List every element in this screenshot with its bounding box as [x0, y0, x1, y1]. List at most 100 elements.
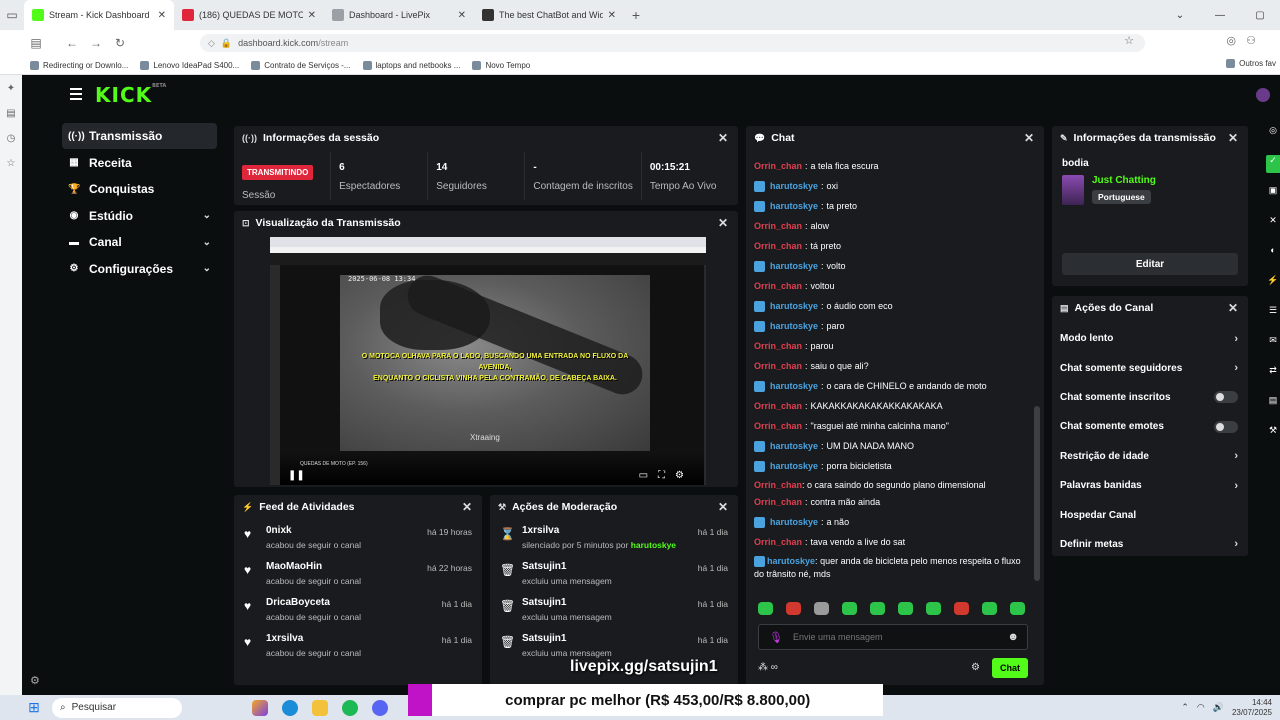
chat-input-box[interactable]: 🎙 ☻ — [758, 624, 1028, 650]
nav-item-canal[interactable]: ▬ Canal ⌄ — [62, 229, 217, 255]
maximize-button[interactable]: ▢ — [1240, 10, 1280, 21]
new-tab-button[interactable]: + — [624, 7, 648, 23]
chat-username[interactable]: harutoskye — [770, 196, 818, 216]
moderation-username[interactable]: 1xrsilva — [522, 525, 676, 536]
tab-close-icon[interactable]: ✕ — [458, 10, 466, 21]
chat-username[interactable]: harutoskye — [770, 512, 818, 532]
bookmark-item[interactable]: Redirecting or Downlo... — [30, 60, 128, 70]
avatar[interactable] — [1256, 88, 1270, 102]
account-icon[interactable]: ◎ — [1226, 34, 1236, 47]
send-chat-button[interactable]: Chat — [992, 658, 1028, 678]
channel-action-item[interactable]: Chat somente inscritos — [1052, 383, 1248, 412]
windows-start-icon[interactable]: ⊞ — [22, 699, 46, 716]
close-icon[interactable]: ✕ — [1024, 131, 1034, 145]
channel-action-item[interactable]: Chat somente seguidores › — [1052, 353, 1248, 382]
emote-icon[interactable] — [898, 602, 913, 615]
chat-username[interactable]: Orrin_chan — [754, 532, 802, 552]
emote-icon[interactable] — [814, 602, 829, 615]
emote-icon[interactable] — [1010, 602, 1025, 615]
wifi-icon[interactable]: ◠ — [1197, 702, 1205, 713]
chat-message[interactable]: harutoskye: UM DIA NADA MANO — [754, 436, 1032, 456]
miniplayer-icon[interactable]: ▭ — [639, 470, 648, 481]
close-icon[interactable]: ✕ — [718, 500, 728, 514]
chevron-right-icon[interactable]: › — [1234, 538, 1238, 550]
toggle-switch[interactable] — [1214, 391, 1238, 404]
bookmark-other-favorites[interactable]: Outros fav — [1226, 59, 1276, 68]
sidebar-toggle-icon[interactable]: ▤ — [24, 36, 48, 50]
microphone-icon[interactable]: 🎙 — [769, 631, 783, 644]
forward-button[interactable]: → — [84, 36, 108, 50]
chat-message[interactable]: harutoskye: a não — [754, 512, 1032, 532]
emoji-icon[interactable]: ☻ — [1007, 631, 1019, 643]
chat-username[interactable]: Orrin_chan — [754, 416, 802, 436]
activity-username[interactable]: 1xrsilva — [266, 633, 361, 644]
category-name[interactable]: Just Chatting — [1092, 175, 1156, 186]
chevron-down-icon[interactable]: ⌄ — [203, 237, 211, 248]
chat-message[interactable]: Orrin_chan: tava vendo a live do sat — [754, 532, 1032, 552]
channel-action-item[interactable]: Palavras banidas › — [1052, 471, 1248, 500]
chat-username[interactable]: harutoskye — [770, 456, 818, 476]
chat-username[interactable]: harutoskye — [767, 556, 815, 566]
edit-button[interactable]: Editar — [1062, 253, 1238, 275]
chat-username[interactable]: harutoskye — [770, 256, 818, 276]
pause-icon[interactable]: ❚❚ — [288, 470, 305, 481]
chat-message[interactable]: Orrin_chan: o cara saindo do segundo pla… — [754, 476, 1032, 492]
minimize-button[interactable]: — — [1200, 10, 1240, 21]
settings-gear-icon[interactable]: ⚙ — [30, 674, 40, 687]
nav-item-receita[interactable]: ▦ Receita — [62, 150, 217, 176]
moderation-username[interactable]: Satsujin1 — [522, 561, 612, 572]
edge-icon[interactable]: ◎ — [1266, 125, 1280, 143]
chevron-down-icon[interactable]: ⌄ — [203, 263, 211, 274]
channel-action-item[interactable]: Chat somente emotes — [1052, 412, 1248, 441]
chat-message[interactable]: harutoskye: o áudio com eco — [754, 296, 1032, 316]
edge-icon[interactable]: ▣ — [1266, 185, 1280, 203]
points-icon[interactable]: ⁂ ∞ — [758, 662, 778, 673]
tab-list-icon[interactable]: ⌄ — [1160, 10, 1200, 21]
chat-username[interactable]: harutoskye — [770, 296, 818, 316]
chat-username[interactable]: harutoskye — [770, 316, 818, 336]
chat-message[interactable]: Orrin_chan: "rasguei até minha calcinha … — [754, 416, 1032, 436]
player-settings-icon[interactable]: ⚙ — [675, 470, 684, 481]
chat-username[interactable]: Orrin_chan — [754, 480, 802, 490]
chat-username[interactable]: Orrin_chan — [754, 216, 802, 236]
ai-icon[interactable]: ✦ — [7, 83, 15, 94]
close-icon[interactable]: ✕ — [718, 131, 728, 145]
discord-icon[interactable] — [372, 699, 388, 716]
tab-actions-icon[interactable]: ▭ — [0, 0, 24, 30]
chat-username[interactable]: Orrin_chan — [754, 492, 802, 512]
emote-icon[interactable] — [870, 602, 885, 615]
chat-message[interactable]: harutoskye: oxi — [754, 176, 1032, 196]
chat-username[interactable]: Orrin_chan — [754, 356, 802, 376]
chat-username[interactable]: Orrin_chan — [754, 236, 802, 256]
edge-icon[interactable]: ✉ — [1266, 335, 1280, 353]
back-button[interactable]: ← — [60, 36, 84, 50]
spotify-icon[interactable] — [342, 699, 358, 716]
taskbar-search[interactable]: ⌕ Pesquisar — [52, 697, 182, 718]
tab-close-icon[interactable]: ✕ — [158, 10, 166, 21]
moderation-username[interactable]: Satsujin1 — [522, 633, 612, 644]
chevron-down-icon[interactable]: ⌄ — [203, 210, 211, 221]
edge-icon[interactable]: ⇄ — [1266, 365, 1280, 383]
chat-message-list[interactable]: Orrin_chan: a tela fica escura harutoskye… — [754, 156, 1032, 588]
chat-message[interactable]: harutoskye: porra bicicletista — [754, 456, 1032, 476]
channel-action-item[interactable]: Restrição de idade › — [1052, 442, 1248, 471]
chat-message[interactable]: harutoskye: quer anda de bicicleta pelo … — [754, 552, 1032, 581]
activity-username[interactable]: 0nixk — [266, 525, 361, 536]
channel-action-item[interactable]: Definir metas › — [1052, 530, 1248, 556]
close-icon[interactable]: ✕ — [718, 216, 728, 230]
browser-tab[interactable]: The best ChatBot and Widgets ✕ — [474, 0, 624, 30]
chat-message[interactable]: Orrin_chan: saiu o que ali? — [754, 356, 1032, 376]
emote-icon[interactable] — [758, 602, 773, 615]
fullscreen-icon[interactable]: ⛶ — [658, 470, 665, 481]
nav-item-estudio[interactable]: ◉ Estúdio ⌄ — [62, 203, 217, 229]
copilot-icon[interactable] — [252, 699, 268, 716]
nav-item-transmissao[interactable]: ((·)) Transmissão — [62, 123, 217, 149]
edge-icon[interactable]: ▤ — [1266, 395, 1280, 413]
bookmark-item[interactable]: Contrato de Serviços -... — [251, 60, 351, 70]
browser-tab[interactable]: Stream - Kick Dashboard ✕ — [24, 0, 174, 30]
history-icon[interactable]: ◷ — [7, 133, 16, 144]
chat-message[interactable]: harutoskye: ta preto — [754, 196, 1032, 216]
chevron-right-icon[interactable]: › — [1234, 450, 1238, 462]
file-explorer-icon[interactable] — [312, 699, 328, 716]
tray-chevron-icon[interactable]: ⌃ — [1181, 702, 1189, 713]
